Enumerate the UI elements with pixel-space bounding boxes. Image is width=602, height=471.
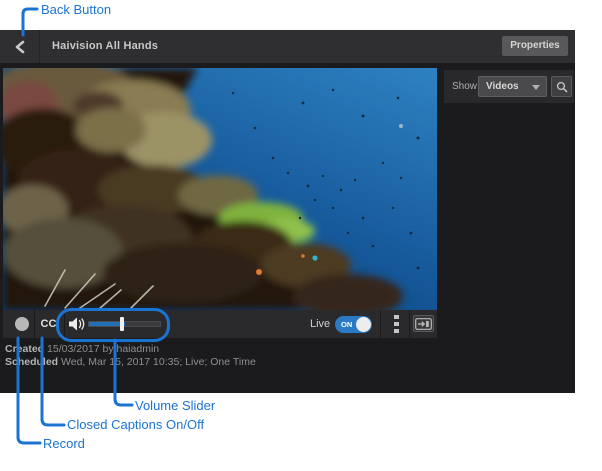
closed-captions-button[interactable]: CC — [36, 310, 61, 338]
scheduled-value: Wed, Mar 15, 2017 10:35; Live; One Time — [61, 356, 256, 368]
more-options-button[interactable] — [389, 315, 403, 333]
back-button-callout-label: Back Button — [41, 2, 111, 17]
search-button[interactable] — [551, 76, 572, 97]
scheduled-label: Scheduled — [5, 356, 58, 368]
record-button[interactable] — [15, 317, 29, 331]
properties-button[interactable]: Properties — [502, 36, 568, 56]
chevron-down-icon — [532, 85, 540, 90]
search-icon — [556, 81, 568, 93]
open-in-player-button[interactable] — [413, 315, 434, 332]
live-toggle-state: ON — [341, 316, 352, 333]
app-window: Haivision All Hands Properties Show Vide… — [0, 30, 575, 393]
live-toggle[interactable]: ON — [335, 316, 372, 333]
created-label: Created — [5, 343, 44, 355]
show-label: Show — [452, 70, 477, 103]
dropdown-selected-value: Videos — [486, 81, 519, 92]
back-button[interactable] — [0, 30, 40, 63]
documentation-figure: Haivision All Hands Properties Show Vide… — [0, 0, 602, 471]
toggle-knob — [356, 317, 371, 332]
created-value: 15/03/2017 by haiadmin — [47, 343, 159, 355]
kebab-menu-icon — [394, 315, 399, 319]
video-player-frame[interactable] — [3, 68, 437, 310]
title-bar: Haivision All Hands Properties — [0, 30, 575, 63]
divider — [380, 310, 381, 338]
volume-slider-callout-label: Volume Slider — [135, 398, 215, 413]
live-label: Live — [310, 310, 330, 338]
divider — [409, 310, 410, 338]
closed-captions-callout-label: Closed Captions On/Off — [67, 417, 204, 432]
volume-slider-track[interactable] — [88, 321, 161, 327]
created-row: Created 15/03/2017 by haiadmin — [5, 343, 256, 356]
divider — [34, 310, 35, 338]
filter-bar: Show Videos — [444, 70, 574, 103]
volume-slider-handle[interactable] — [120, 317, 124, 331]
page-title: Haivision All Hands — [52, 30, 158, 63]
divider — [64, 310, 65, 338]
open-arrow-icon — [415, 318, 432, 330]
scheduled-row: Scheduled Wed, Mar 15, 2017 10:35; Live;… — [5, 356, 256, 369]
record-callout-label: Record — [43, 436, 85, 451]
player-control-bar: CC Live ON — [3, 310, 437, 338]
content-type-dropdown[interactable]: Videos — [478, 76, 547, 97]
chevron-left-icon — [14, 40, 26, 54]
video-still-coral-reef — [3, 68, 437, 310]
volume-speaker-icon[interactable] — [68, 316, 85, 337]
asset-metadata: Created 15/03/2017 by haiadmin Scheduled… — [5, 343, 256, 369]
